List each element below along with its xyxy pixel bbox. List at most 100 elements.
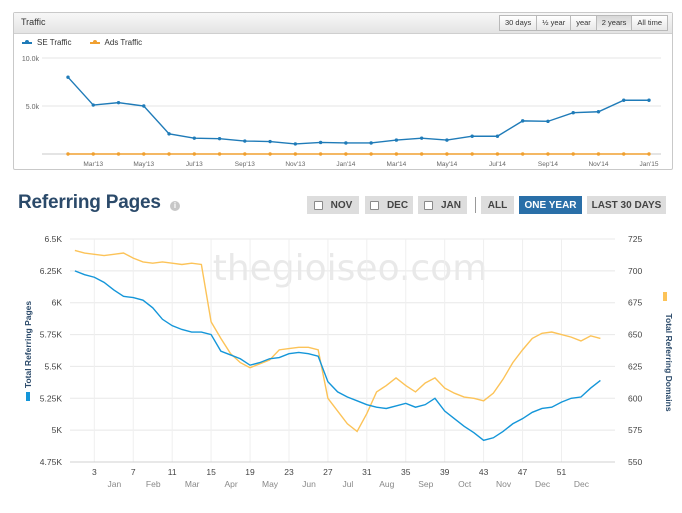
referring-pages-title: Referring Pages bbox=[18, 192, 161, 213]
y-left-tick-label: 5.75K bbox=[40, 330, 63, 340]
data-point bbox=[445, 152, 449, 156]
x-month-tick-label: Jun bbox=[302, 479, 316, 489]
data-point bbox=[622, 98, 626, 102]
data-point bbox=[318, 152, 323, 156]
data-point bbox=[470, 134, 474, 138]
traffic-panel: Traffic 30 days ½ year year 2 years All … bbox=[13, 12, 673, 170]
y-right-tick-label: 550 bbox=[628, 457, 642, 467]
x-month-tick-label: Jul bbox=[342, 479, 353, 489]
x-week-tick-label: 19 bbox=[245, 467, 255, 477]
traffic-header: Traffic 30 days ½ year year 2 years All … bbox=[14, 13, 672, 34]
data-point bbox=[66, 152, 70, 156]
x-week-tick-label: 51 bbox=[557, 467, 567, 477]
data-point bbox=[116, 100, 121, 105]
checkbox-icon[interactable] bbox=[423, 200, 433, 210]
info-icon[interactable]: i bbox=[170, 201, 180, 211]
data-point bbox=[217, 136, 222, 141]
x-tick-label: Nov'14 bbox=[588, 161, 608, 168]
y-right-axis-swatch bbox=[663, 292, 667, 301]
checkbox-icon[interactable] bbox=[369, 200, 379, 210]
traffic-title: Traffic bbox=[21, 17, 46, 27]
data-point bbox=[495, 152, 500, 156]
x-tick-label: Nov'13 bbox=[285, 161, 305, 168]
x-week-tick-label: 47 bbox=[518, 467, 528, 477]
filter-last-30-days-label: LAST 30 DAYS bbox=[591, 199, 662, 211]
filter-last-30-days-button[interactable]: LAST 30 DAYS bbox=[587, 196, 666, 214]
data-point bbox=[268, 139, 272, 144]
data-point bbox=[596, 152, 601, 156]
data-point bbox=[596, 110, 601, 114]
range-30-days-button[interactable]: 30 days bbox=[498, 15, 538, 31]
filter-nov-button[interactable]: NOV bbox=[307, 196, 359, 214]
watermark: thegioiseo.com bbox=[213, 248, 488, 289]
data-point bbox=[369, 152, 373, 156]
data-point bbox=[142, 104, 146, 108]
y-right-tick-label: 575 bbox=[628, 425, 642, 435]
series-line-se-traffic bbox=[67, 76, 649, 145]
data-point bbox=[546, 152, 550, 156]
data-point bbox=[66, 75, 70, 79]
range-all-time-button[interactable]: All time bbox=[631, 15, 668, 31]
data-point bbox=[546, 119, 550, 124]
data-point bbox=[192, 152, 197, 156]
data-point bbox=[520, 152, 525, 156]
y-right-tick-label: 650 bbox=[628, 330, 642, 340]
y-tick-label: 5.0k bbox=[26, 104, 40, 111]
data-point bbox=[647, 152, 651, 156]
x-tick-label: Mar'13 bbox=[83, 161, 103, 168]
data-point bbox=[167, 132, 171, 136]
y-right-tick-label: 675 bbox=[628, 298, 642, 308]
x-month-tick-label: Dec bbox=[574, 479, 590, 489]
filter-dec-button[interactable]: DEC bbox=[365, 196, 413, 214]
x-tick-label: Jan'15 bbox=[640, 161, 659, 168]
x-month-tick-label: Apr bbox=[224, 479, 237, 489]
x-week-tick-label: 39 bbox=[440, 467, 450, 477]
filter-jan-button[interactable]: JAN bbox=[418, 196, 467, 214]
data-point bbox=[470, 152, 474, 156]
x-week-tick-label: 7 bbox=[131, 467, 136, 477]
data-point bbox=[419, 136, 424, 140]
y-right-tick-label: 600 bbox=[628, 393, 642, 403]
data-point bbox=[394, 138, 399, 142]
x-month-tick-label: Dec bbox=[535, 479, 551, 489]
checkbox-icon[interactable] bbox=[313, 200, 323, 210]
data-point bbox=[445, 138, 449, 142]
x-week-tick-label: 15 bbox=[206, 467, 216, 477]
range-2-years-button[interactable]: 2 years bbox=[595, 15, 633, 31]
x-month-tick-label: Aug bbox=[379, 479, 394, 489]
data-point bbox=[91, 103, 95, 107]
y-left-axis-title: Total Referring Pages bbox=[23, 301, 33, 388]
x-tick-label: Jan'14 bbox=[336, 161, 355, 168]
x-tick-label: Sep'13 bbox=[235, 161, 255, 168]
filter-all-button[interactable]: ALL bbox=[481, 196, 514, 214]
filter-one-year-label: ONE YEAR bbox=[524, 199, 577, 211]
x-tick-label: May'14 bbox=[437, 161, 458, 168]
x-month-tick-label: Mar bbox=[185, 479, 200, 489]
data-point bbox=[243, 139, 247, 143]
data-point bbox=[142, 152, 146, 156]
x-week-tick-label: 23 bbox=[284, 467, 294, 477]
data-point bbox=[167, 152, 171, 156]
data-point bbox=[243, 152, 247, 156]
range-half-year-button[interactable]: ½ year bbox=[536, 15, 572, 31]
filter-one-year-button[interactable]: ONE YEAR bbox=[519, 196, 582, 214]
x-week-tick-label: 3 bbox=[92, 467, 97, 477]
data-point bbox=[344, 152, 348, 156]
range-year-button[interactable]: year bbox=[570, 15, 597, 31]
data-point bbox=[293, 152, 298, 156]
y-right-axis-title: Total Referring Domains bbox=[664, 313, 674, 411]
x-week-tick-label: 27 bbox=[323, 467, 333, 477]
data-point bbox=[369, 141, 373, 145]
y-left-tick-label: 5.25K bbox=[40, 393, 63, 403]
filter-separator bbox=[475, 197, 476, 213]
x-week-tick-label: 31 bbox=[362, 467, 372, 477]
data-point bbox=[318, 140, 323, 145]
y-right-tick-label: 625 bbox=[628, 361, 642, 371]
filter-jan-label: JAN bbox=[440, 199, 461, 211]
y-left-tick-label: 6K bbox=[52, 298, 63, 308]
x-week-tick-label: 35 bbox=[401, 467, 411, 477]
traffic-chart: 5.0k 10.0k Mar'13 May'13 Jul'13 Sep'13 Nov'13 J… bbox=[22, 56, 661, 168]
filter-all-label: ALL bbox=[487, 199, 508, 211]
series-line-total-referring-pages bbox=[74, 270, 601, 442]
data-point bbox=[571, 152, 575, 156]
